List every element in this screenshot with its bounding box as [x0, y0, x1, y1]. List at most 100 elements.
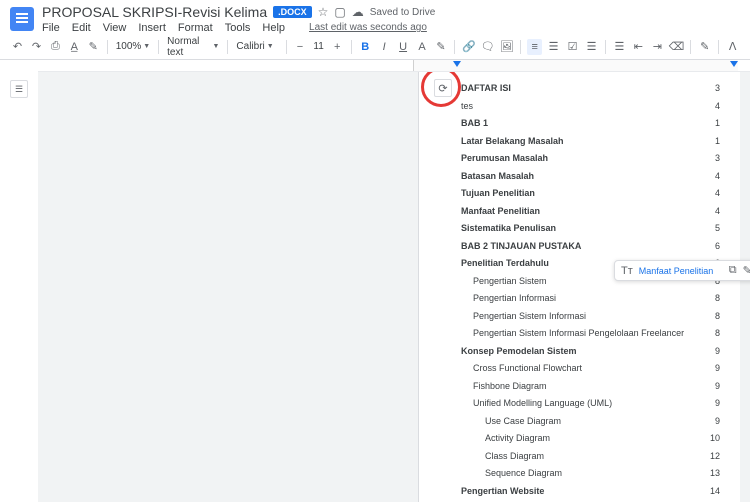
separator	[286, 40, 287, 54]
show-outline-icon[interactable]: ☰	[10, 80, 28, 98]
toc-title: Class Diagram	[461, 450, 544, 464]
increase-font-icon[interactable]: +	[330, 39, 345, 55]
separator	[718, 40, 719, 54]
toc-entry[interactable]: Use Case Diagram9	[461, 413, 720, 431]
bold-icon[interactable]: B	[358, 39, 373, 55]
editing-mode-icon[interactable]: ✎	[697, 39, 712, 55]
italic-icon[interactable]: I	[377, 39, 392, 55]
toc-entry[interactable]: Class Diagram12	[461, 448, 720, 466]
toc-title: Pengertian Sistem Informasi	[461, 310, 586, 324]
toc-entry[interactable]: Pengertian Sistem Informasi Pengelolaan …	[461, 325, 720, 343]
undo-icon[interactable]: ↶	[10, 39, 25, 55]
zoom-select[interactable]: 100%▼	[114, 41, 153, 52]
right-margin-marker-icon[interactable]	[730, 61, 738, 67]
numbered-list-icon[interactable]: ☰	[612, 39, 627, 55]
toc-page: 9	[715, 415, 720, 429]
underline-icon[interactable]: U	[396, 39, 411, 55]
text-style-icon[interactable]: Tᴛ	[621, 265, 633, 277]
toolbar: ↶ ↷ ⎙ A̲ ✎ 100%▼ Normal text▼ Calibri▼ −…	[0, 34, 750, 60]
toc-title: Batasan Masalah	[461, 170, 534, 184]
menu-insert[interactable]: Insert	[138, 22, 166, 34]
font-size-input[interactable]: 11	[311, 41, 325, 52]
ruler[interactable]	[38, 60, 750, 72]
toc-entry[interactable]: Pengertian Website14	[461, 483, 720, 501]
toc-title: Tujuan Penelitian	[461, 187, 535, 201]
menu-format[interactable]: Format	[178, 22, 213, 34]
menu-tools[interactable]: Tools	[225, 22, 251, 34]
copy-link-icon[interactable]: ⧉	[729, 264, 737, 277]
insert-link-icon[interactable]: 🔗	[461, 39, 476, 55]
spellcheck-icon[interactable]: A̲	[67, 39, 82, 55]
toc-entry[interactable]: Sistematika Penulisan5	[461, 220, 720, 238]
toc-entry[interactable]: BAB 11	[461, 115, 720, 133]
toc-title: Manfaat Penelitian	[461, 205, 540, 219]
toc-page: 1	[715, 135, 720, 149]
text-color-icon[interactable]: A	[415, 39, 430, 55]
ruler-active-area	[413, 60, 738, 71]
toc-entry[interactable]: BAB 2 TINJAUAN PUSTAKA 6	[461, 238, 720, 256]
toc-title: BAB 1	[461, 117, 488, 131]
toc-title: Perumusan Masalah	[461, 152, 548, 166]
toc-page: 13	[710, 467, 720, 481]
toc-entry[interactable]: Konsep Pemodelan Sistem9	[461, 343, 720, 361]
checklist-icon[interactable]: ☑	[565, 39, 580, 55]
refresh-toc-icon[interactable]: ⟳	[434, 79, 452, 97]
edit-link-icon[interactable]: ✎	[743, 264, 750, 277]
highlight-icon[interactable]: ✎	[434, 39, 449, 55]
decrease-indent-icon[interactable]: ⇤	[631, 39, 646, 55]
toc-page: 3	[715, 82, 720, 96]
toc-title: Pengertian Sistem Informasi Pengelolaan …	[461, 327, 684, 341]
move-folder-icon[interactable]: ▢	[334, 5, 345, 19]
document-title[interactable]: PROPOSAL SKRIPSI-Revisi Kelima	[42, 4, 267, 20]
cloud-saved-icon[interactable]: ☁	[352, 5, 364, 19]
menu-view[interactable]: View	[103, 22, 127, 34]
style-select[interactable]: Normal text▼	[165, 36, 221, 58]
clear-formatting-icon[interactable]: ⌫	[669, 39, 685, 55]
menu-help[interactable]: Help	[262, 22, 285, 34]
increase-indent-icon[interactable]: ⇥	[650, 39, 665, 55]
font-select[interactable]: Calibri▼	[234, 41, 279, 52]
link-popup-text[interactable]: Manfaat Penelitian	[639, 266, 723, 276]
decrease-font-icon[interactable]: −	[292, 39, 307, 55]
toc-entry[interactable]: Pengertian Sistem Informasi8	[461, 308, 720, 326]
header-bar: PROPOSAL SKRIPSI-Revisi Kelima .DOCX ☆ ▢…	[0, 0, 750, 34]
toc-entry[interactable]: Perumusan Masalah3	[461, 150, 720, 168]
star-icon[interactable]: ☆	[318, 5, 329, 19]
paint-format-icon[interactable]: ✎	[86, 39, 101, 55]
toc-title: BAB 2 TINJAUAN PUSTAKA	[461, 240, 581, 254]
document-page[interactable]: DAFTAR ISI3tes4BAB 11Latar Belakang Masa…	[418, 72, 740, 502]
toc-entry[interactable]: Fishbone Diagram9	[461, 378, 720, 396]
add-comment-icon[interactable]: 🗨	[480, 39, 495, 55]
menu-file[interactable]: File	[42, 22, 60, 34]
toc-entry[interactable]: Latar Belakang Masalah1	[461, 133, 720, 151]
toc-entry[interactable]: Activity Diagram10	[461, 430, 720, 448]
toc-entry[interactable]: tes4	[461, 98, 720, 116]
hide-menus-icon[interactable]: ᐱ	[725, 39, 740, 55]
toc-entry[interactable]: Tujuan Penelitian4	[461, 185, 720, 203]
toc-page: 9	[715, 380, 720, 394]
toc-page: 4	[715, 205, 720, 219]
docx-badge[interactable]: .DOCX	[273, 6, 312, 18]
redo-icon[interactable]: ↷	[29, 39, 44, 55]
bulleted-list-icon[interactable]: ☰	[584, 39, 599, 55]
docs-logo-icon[interactable]	[10, 7, 34, 31]
align-justify-icon[interactable]: ≡	[527, 39, 542, 55]
toc-entry[interactable]: Manfaat Penelitian 4	[461, 203, 720, 221]
toc-entry[interactable]: Pengertian Informasi8	[461, 290, 720, 308]
print-icon[interactable]: ⎙	[48, 39, 63, 55]
toc-entry[interactable]: DAFTAR ISI3	[461, 80, 720, 98]
editor-canvas[interactable]: ⟳ DAFTAR ISI3tes4BAB 11Latar Belakang Ma…	[38, 72, 750, 502]
menu-edit[interactable]: Edit	[72, 22, 91, 34]
insert-image-icon[interactable]: 🖼	[499, 39, 514, 55]
toc-entry[interactable]: Unified Modelling Language (UML)9	[461, 395, 720, 413]
toc-entry[interactable]: Sequence Diagram13	[461, 465, 720, 483]
toc-page: 6	[715, 240, 720, 254]
separator	[351, 40, 352, 54]
toc-entry[interactable]: Batasan Masalah4	[461, 168, 720, 186]
toc-page: 10	[710, 432, 720, 446]
last-edit-info[interactable]: Last edit was seconds ago	[309, 22, 427, 34]
line-spacing-icon[interactable]: ☰	[546, 39, 561, 55]
tab-marker-icon[interactable]	[453, 61, 461, 67]
toc-entry[interactable]: Cross Functional Flowchart9	[461, 360, 720, 378]
table-of-contents[interactable]: DAFTAR ISI3tes4BAB 11Latar Belakang Masa…	[461, 80, 720, 502]
